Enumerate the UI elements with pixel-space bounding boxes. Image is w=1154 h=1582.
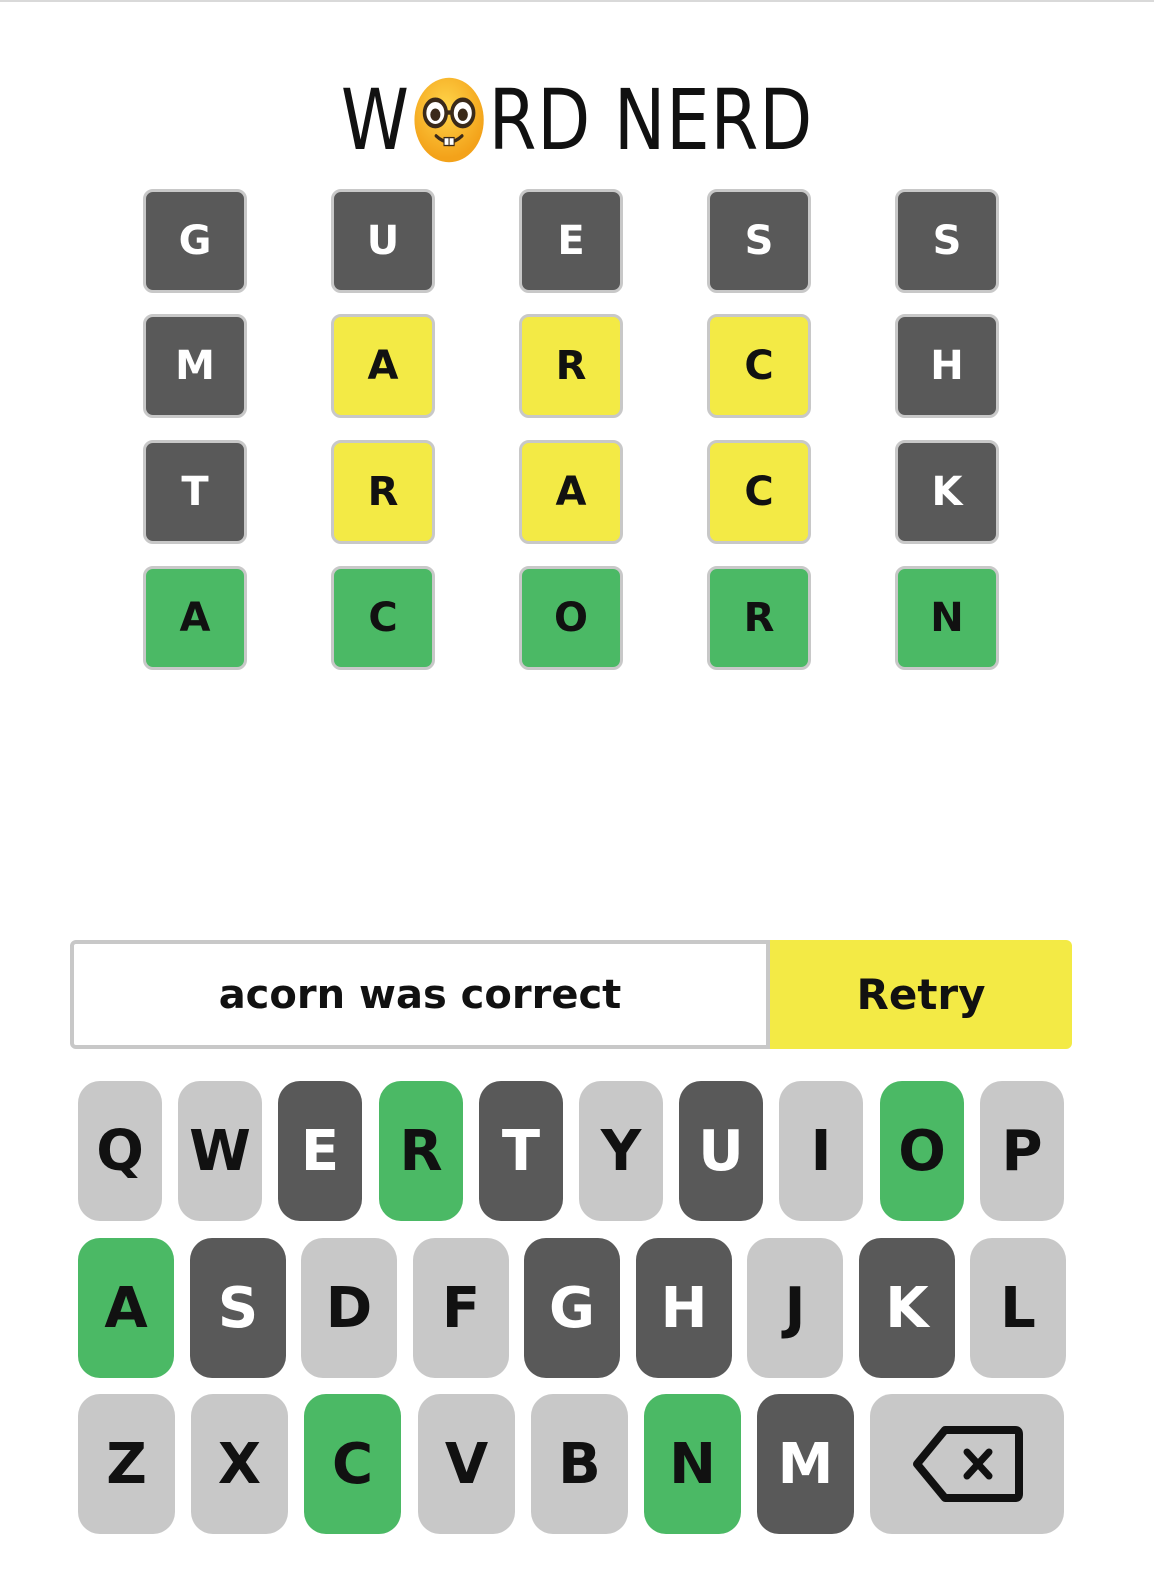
key-n[interactable]: N [644, 1394, 741, 1534]
key-y[interactable]: Y [579, 1081, 663, 1221]
top-divider [0, 0, 1154, 2]
title-part-1: W [340, 71, 410, 169]
board-tile: E [519, 189, 623, 293]
nerd-face-emoji [414, 77, 484, 163]
key-x[interactable]: X [191, 1394, 288, 1534]
board-tile: U [331, 189, 435, 293]
board-tile: C [707, 314, 811, 418]
board-tile: R [707, 566, 811, 670]
key-a[interactable]: A [78, 1238, 174, 1378]
key-z[interactable]: Z [78, 1394, 175, 1534]
board-tile: C [707, 440, 811, 544]
key-r[interactable]: R [379, 1081, 463, 1221]
key-t[interactable]: T [479, 1081, 563, 1221]
backspace-key[interactable] [870, 1394, 1064, 1534]
key-k[interactable]: K [859, 1238, 955, 1378]
key-p[interactable]: P [980, 1081, 1064, 1221]
key-c[interactable]: C [304, 1394, 401, 1534]
board-tile: C [331, 566, 435, 670]
key-q[interactable]: Q [78, 1081, 162, 1221]
board-tile: R [519, 314, 623, 418]
key-e[interactable]: E [278, 1081, 362, 1221]
retry-button[interactable]: Retry [770, 940, 1072, 1049]
key-v[interactable]: V [418, 1394, 515, 1534]
key-u[interactable]: U [679, 1081, 763, 1221]
key-i[interactable]: I [779, 1081, 863, 1221]
backspace-icon [913, 1426, 1023, 1502]
key-w[interactable]: W [178, 1081, 262, 1221]
title-part-2: RD NERD [488, 71, 814, 169]
board-tile: A [519, 440, 623, 544]
board-tile: K [895, 440, 999, 544]
board-tile: S [895, 189, 999, 293]
key-d[interactable]: D [301, 1238, 397, 1378]
key-j[interactable]: J [747, 1238, 843, 1378]
key-m[interactable]: M [757, 1394, 854, 1534]
key-b[interactable]: B [531, 1394, 628, 1534]
board-tile: R [331, 440, 435, 544]
board-tile: G [143, 189, 247, 293]
game-title: W RD NERD [104, 70, 1050, 170]
key-g[interactable]: G [524, 1238, 620, 1378]
key-l[interactable]: L [970, 1238, 1066, 1378]
result-bar: acorn was correct Retry [70, 940, 1072, 1049]
key-s[interactable]: S [190, 1238, 286, 1378]
board-tile: O [519, 566, 623, 670]
key-h[interactable]: H [636, 1238, 732, 1378]
board-tile: N [895, 566, 999, 670]
board-tile: M [143, 314, 247, 418]
result-message: acorn was correct [70, 940, 770, 1049]
board-tile: T [143, 440, 247, 544]
board-tile: A [143, 566, 247, 670]
board-tile: A [331, 314, 435, 418]
board-tile: H [895, 314, 999, 418]
key-o[interactable]: O [880, 1081, 964, 1221]
board-tile: S [707, 189, 811, 293]
key-f[interactable]: F [413, 1238, 509, 1378]
